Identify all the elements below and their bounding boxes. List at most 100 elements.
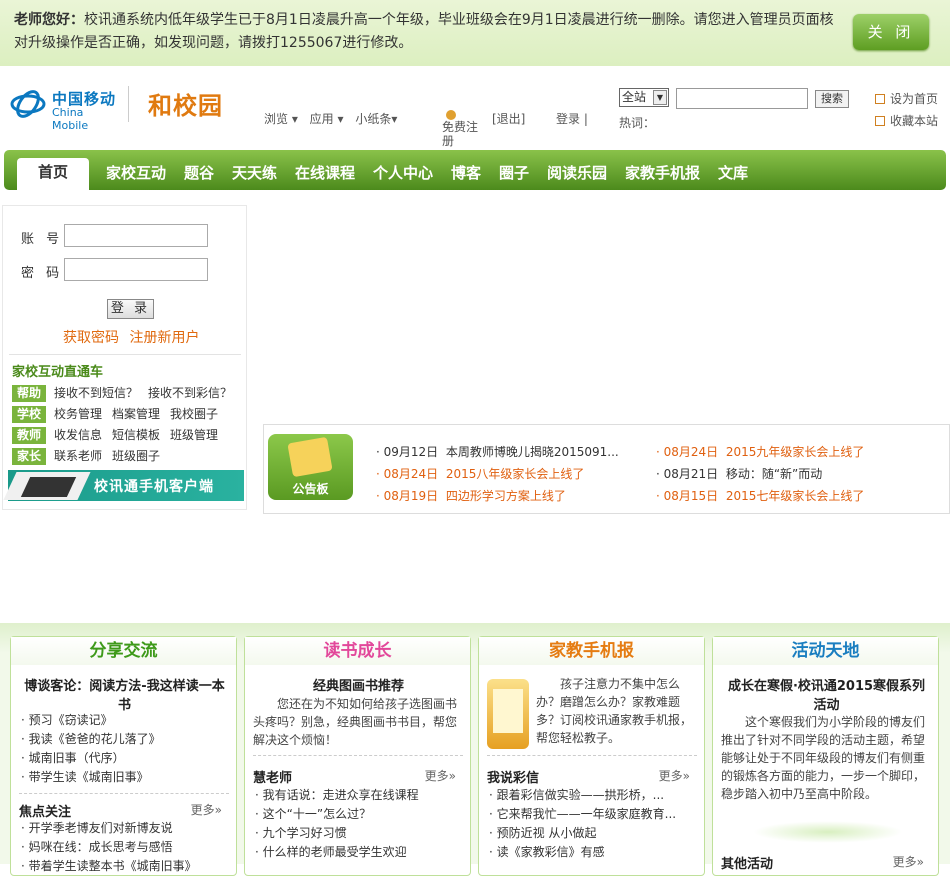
list-item[interactable]: · 我读《爸爸的花儿落了》 xyxy=(21,730,161,749)
more-link[interactable]: 更多» xyxy=(893,853,924,870)
login-help-links: 获取密码 注册新用户 xyxy=(63,327,205,347)
link-school-admin[interactable]: 校务管理 xyxy=(54,407,102,421)
card-read-headline[interactable]: 经典图画书推荐 xyxy=(255,677,462,696)
notice-bar: 老师您好：校讯通系统内低年级学生已于8月1日凌晨升高一个年级，毕业班级会在9月1… xyxy=(0,0,950,66)
card-read-title: 读书成长 xyxy=(245,637,470,665)
more-link[interactable]: 更多» xyxy=(659,767,690,784)
tab-personal-center[interactable]: 个人中心 xyxy=(373,162,433,183)
more-link[interactable]: 更多» xyxy=(191,801,222,818)
card-paper-list: · 跟着彩信做实验——拱形桥，... · 它来帮我忙——一年级家庭教育... ·… xyxy=(489,786,676,862)
card-paper-body: 孩子注意力不集中怎么办？磨蹭怎么办？家教难题多？订阅校讯通家教手机报，帮您轻松教… xyxy=(536,677,693,745)
tab-tigu[interactable]: 题谷 xyxy=(184,162,214,183)
china-mobile-logo[interactable]: 中国移动 China Mobile xyxy=(10,86,120,132)
card-paper-title: 家教手机报 xyxy=(479,637,704,665)
bulletin-board: 公告板 · 09月12日 本周教师博晚儿揭晓2015091... · 08月24… xyxy=(263,424,950,514)
set-home-link[interactable]: 设为首页 xyxy=(875,88,938,110)
tab-tiantianlian[interactable]: 天天练 xyxy=(232,162,277,183)
tag-parent: 家长 xyxy=(12,448,46,465)
list-item[interactable]: · 读《家教彩信》有感 xyxy=(489,843,676,862)
account-input[interactable] xyxy=(64,224,208,247)
card-read-list: · 我有话说：走进众享在线课程 · 这个“十一”怎么过？ · 九个学习好习惯 ·… xyxy=(255,786,419,862)
link-divider: | xyxy=(583,112,588,126)
card-share-title: 分享交流 xyxy=(11,637,236,665)
link-archive[interactable]: 档案管理 xyxy=(112,407,160,421)
link-class-admin[interactable]: 班级管理 xyxy=(170,428,218,442)
list-item[interactable]: · 妈咪在线：成长思考与感悟 xyxy=(21,838,197,857)
list-item[interactable]: · 城南旧事（代序） xyxy=(21,749,161,768)
link-school-circle[interactable]: 我校圈子 xyxy=(170,407,218,421)
tab-mobile-paper[interactable]: 家教手机报 xyxy=(625,162,700,183)
list-item[interactable]: · 开学季老博友们对新博友说 xyxy=(21,819,197,838)
register-link[interactable]: 免费注册 xyxy=(442,110,482,148)
tab-reading[interactable]: 阅读乐园 xyxy=(547,162,607,183)
list-item[interactable]: · 它来帮我忙——一年级家庭教育... xyxy=(489,805,676,824)
login-button[interactable]: 登 录 xyxy=(107,299,154,319)
link-messages[interactable]: 收发信息 xyxy=(54,428,102,442)
bulletin-icon: 公告板 xyxy=(268,434,353,500)
login-link[interactable]: 登录 xyxy=(556,112,580,126)
notice-lead: 老师您好： xyxy=(14,12,84,28)
forgot-password-link[interactable]: 获取密码 xyxy=(63,330,119,346)
news-item[interactable]: · 08月19日 四边形学习方案上线了 xyxy=(376,487,566,504)
decorative-leaf xyxy=(753,821,903,843)
close-notice-button[interactable]: 关 闭 xyxy=(853,14,929,50)
card-share-list-2: · 开学季老博友们对新博友说 · 妈咪在线：成长思考与感悟 · 带着学生读整本书… xyxy=(21,819,197,876)
card-share: 分享交流 博谈客论：阅读方法-我这样读一本书 · 预习《窃读记》 · 我读《爸爸… xyxy=(10,636,237,876)
register-label: 免费注册 xyxy=(442,120,479,148)
news-item[interactable]: · 08月21日 移动：随“新”而动 xyxy=(656,465,822,482)
news-item[interactable]: · 08月24日 2015八年级家长会上线了 xyxy=(376,465,584,482)
list-item[interactable]: · 什么样的老师最受学生欢迎 xyxy=(255,843,419,862)
list-item[interactable]: · 九个学习好习惯 xyxy=(255,824,419,843)
site-links: 设为首页 收藏本站 xyxy=(875,88,938,132)
tab-home[interactable]: 首页 xyxy=(17,158,89,190)
chevron-down-icon: ▼ xyxy=(653,90,667,105)
search-scope-select[interactable]: 全站 ▼ xyxy=(619,88,669,107)
register-new-user-link[interactable]: 注册新用户 xyxy=(129,330,199,346)
card-read-body: 您还在为不知如何给孩子选图画书头疼吗？别急，经典图画书书目，帮您解决这个烦恼！ xyxy=(253,697,458,747)
jiaxiao-row-help: 帮助 接收不到短信？ 接收不到彩信？ xyxy=(12,384,242,402)
mini-nav-browse[interactable]: 浏览 ▾ xyxy=(264,112,298,126)
product-logo[interactable]: 和校园 xyxy=(148,86,223,121)
search-input[interactable] xyxy=(676,88,808,109)
mini-nav-notes[interactable]: 小纸条▾ xyxy=(355,112,397,126)
notice-body: 校讯通系统内低年级学生已于8月1日凌晨升高一个年级，毕业班级会在9月1日凌晨进行… xyxy=(14,12,834,51)
card-share-headline[interactable]: 博谈客论：阅读方法-我这样读一本书 xyxy=(21,677,228,715)
mini-nav-apps[interactable]: 应用 ▾ xyxy=(310,112,344,126)
logout-link[interactable]: [退出] xyxy=(492,110,525,127)
bookmark-link[interactable]: 收藏本站 xyxy=(875,110,938,132)
tab-blog[interactable]: 博客 xyxy=(451,162,481,183)
link-no-sms[interactable]: 接收不到短信？ xyxy=(54,386,138,400)
list-item[interactable]: · 预防近视 从小做起 xyxy=(489,824,676,843)
hot-words-label: 热词： xyxy=(619,116,656,130)
password-input[interactable] xyxy=(64,258,208,281)
list-item[interactable]: · 带学生读《城南旧事》 xyxy=(21,768,161,787)
tab-library[interactable]: 文库 xyxy=(718,162,748,183)
login-panel: 账 号: 密 码: 登 录 获取密码 注册新用户 家校互动直通车 帮助 接收不到短… xyxy=(2,205,247,510)
tab-jiaxiao[interactable]: 家校互动 xyxy=(106,162,166,183)
list-item[interactable]: · 我有话说：走进众享在线课程 xyxy=(255,786,419,805)
link-contact-teacher[interactable]: 联系老师 xyxy=(54,449,102,463)
section-title: 我说彩信 xyxy=(487,771,540,786)
section-title: 其他活动 xyxy=(721,857,774,872)
search-scope-value: 全站 xyxy=(622,90,647,104)
news-item[interactable]: · 09月12日 本周教师博晚儿揭晓2015091... xyxy=(376,443,619,460)
divider xyxy=(9,354,241,355)
list-item[interactable]: · 这个“十一”怎么过？ xyxy=(255,805,419,824)
link-sms-template[interactable]: 短信模板 xyxy=(112,428,160,442)
card-activity-headline[interactable]: 成长在寒假·校讯通2015寒假系列活动 xyxy=(723,677,930,715)
mobile-client-banner[interactable]: 校讯通手机客户端 xyxy=(3,470,244,501)
link-class-circle[interactable]: 班级圈子 xyxy=(112,449,160,463)
login-links: 登录 | xyxy=(556,110,588,127)
list-item[interactable]: · 带着学生读整本书《城南旧事》 xyxy=(21,857,197,876)
more-link[interactable]: 更多» xyxy=(425,767,456,784)
link-no-mms[interactable]: 接收不到彩信？ xyxy=(148,386,232,400)
tab-circle[interactable]: 圈子 xyxy=(499,162,529,183)
news-item[interactable]: · 08月24日 2015九年级家长会上线了 xyxy=(656,443,864,460)
bulletin-label: 公告板 xyxy=(292,482,329,496)
list-item[interactable]: · 跟着彩信做实验——拱形桥，... xyxy=(489,786,676,805)
tab-online-course[interactable]: 在线课程 xyxy=(295,162,355,183)
search-button[interactable]: 搜索 xyxy=(815,90,849,108)
list-item[interactable]: · 预习《窃读记》 xyxy=(21,711,161,730)
news-item[interactable]: · 08月15日 2015七年级家长会上线了 xyxy=(656,487,864,504)
section-title: 焦点关注 xyxy=(19,805,72,820)
